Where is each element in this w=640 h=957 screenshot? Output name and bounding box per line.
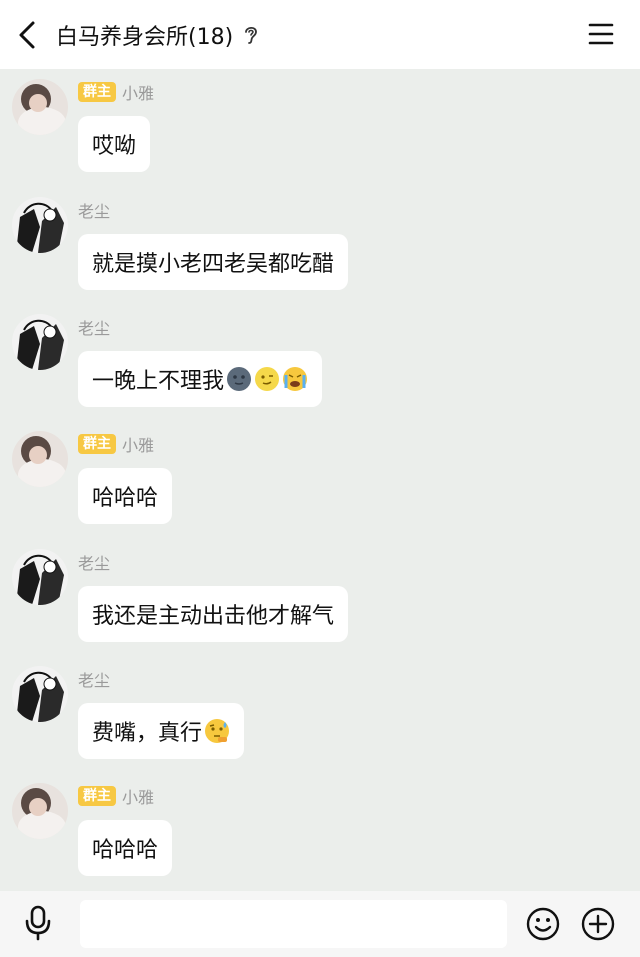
new-moon-face-emoji: [227, 367, 252, 391]
avatar[interactable]: [12, 197, 68, 253]
owner-badge: 群主: [78, 434, 116, 454]
menu-icon[interactable]: [588, 22, 614, 46]
bottom-bar: [0, 891, 640, 957]
sender-name: 小雅: [122, 788, 155, 807]
message-text: 我还是主动出击他才解气: [92, 604, 335, 629]
message-bubble[interactable]: 哎呦: [78, 116, 151, 172]
avatar[interactable]: [12, 666, 68, 722]
owner-badge: 群主: [78, 82, 116, 102]
message-meta: 老尘: [78, 551, 110, 573]
title-group: 白马养身会所(18): [56, 20, 259, 50]
sweat-thinking-face-emoji: [205, 719, 230, 743]
microphone-icon[interactable]: [22, 905, 54, 941]
message-bubble[interactable]: 就是摸小老四老吴都吃醋: [78, 234, 349, 290]
moon-face-emoji: [255, 367, 280, 391]
sender-name: 老尘: [78, 554, 111, 573]
back-arrow-icon[interactable]: [14, 20, 42, 50]
message-meta: 老尘: [78, 668, 110, 690]
chat-title: 白马养身会所(18): [56, 25, 234, 50]
message-meta: 群主 小雅: [78, 81, 154, 103]
avatar[interactable]: [12, 783, 68, 839]
message-bubble[interactable]: 哈哈哈: [78, 820, 173, 876]
plus-icon[interactable]: [581, 907, 615, 941]
message-meta: 群主 小雅: [78, 785, 154, 807]
top-bar: 白马养身会所(18): [0, 0, 640, 69]
message-bubble[interactable]: 哈哈哈: [78, 468, 173, 524]
message-bubble[interactable]: 一晚上不理我: [78, 351, 323, 407]
message-text: 哎呦: [92, 134, 137, 159]
message-text: 就是摸小老四老吴都吃醋: [92, 252, 335, 277]
message-bubble[interactable]: 费嘴，真行: [78, 703, 245, 759]
ear-icon: [245, 26, 258, 44]
message-meta: 群主 小雅: [78, 433, 154, 455]
message-meta: 老尘: [78, 199, 110, 221]
avatar[interactable]: [12, 549, 68, 605]
avatar[interactable]: [12, 79, 68, 135]
chat-area[interactable]: 群主 小雅 哎呦 老尘 就是摸小老四老吴都吃醋 老尘 一晚上不理我 群主 小雅 …: [0, 69, 640, 891]
message-bubble[interactable]: 我还是主动出击他才解气: [78, 586, 349, 642]
message-input[interactable]: [80, 900, 507, 948]
sender-name: 老尘: [78, 671, 111, 690]
emoji-icon[interactable]: [526, 907, 560, 941]
sender-name: 老尘: [78, 319, 111, 338]
sender-name: 小雅: [122, 84, 155, 103]
sender-name: 小雅: [122, 436, 155, 455]
crying-face-emoji: [283, 367, 308, 391]
message-text: 哈哈哈: [92, 838, 159, 863]
message-text: 一晚上不理我: [92, 369, 225, 394]
avatar[interactable]: [12, 431, 68, 487]
message-text: 费嘴，真行: [92, 721, 203, 746]
sender-name: 老尘: [78, 202, 111, 221]
owner-badge: 群主: [78, 786, 116, 806]
avatar[interactable]: [12, 314, 68, 370]
message-meta: 老尘: [78, 316, 110, 338]
message-text: 哈哈哈: [92, 486, 159, 511]
